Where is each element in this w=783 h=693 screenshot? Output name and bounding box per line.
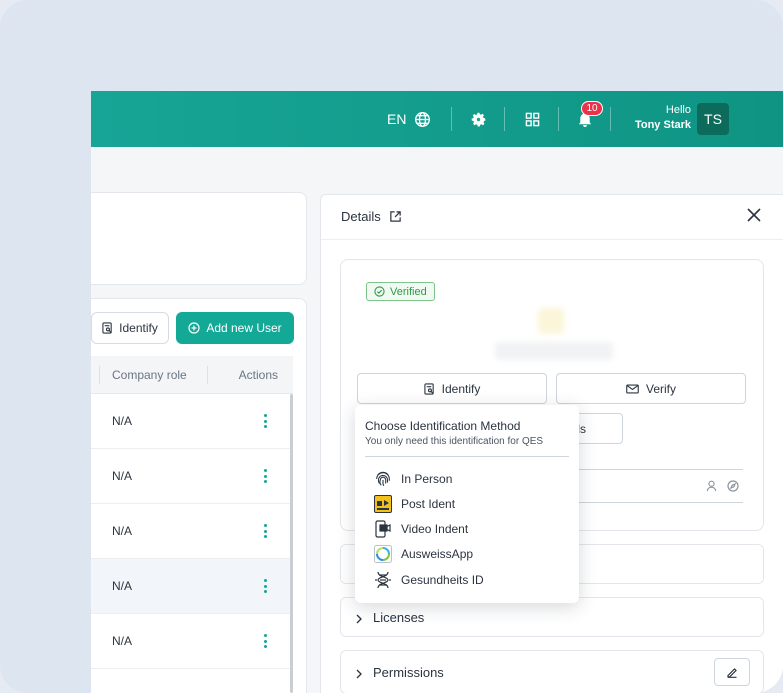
menu-divider <box>365 456 569 457</box>
option-label: In Person <box>401 472 453 486</box>
row-actions-kebab-icon[interactable] <box>261 577 269 595</box>
id-document-icon <box>424 382 435 395</box>
company-role-cell: N/A <box>112 469 133 483</box>
licenses-section[interactable]: Licenses <box>340 597 764 637</box>
blurred-user-name <box>495 342 613 360</box>
company-role-cell: N/A <box>112 414 133 428</box>
id-document-icon <box>102 322 113 334</box>
check-circle-icon <box>374 286 385 297</box>
add-new-user-button[interactable]: Add new User <box>176 312 294 344</box>
avatar[interactable]: TS <box>697 103 729 135</box>
option-label: Post Ident <box>401 497 456 511</box>
verify-button[interactable]: Verify <box>556 373 746 404</box>
option-label: AusweissApp <box>401 547 474 561</box>
partially-hidden-field <box>556 469 743 503</box>
row-actions-kebab-icon[interactable] <box>261 632 269 650</box>
row-actions-kebab-icon[interactable] <box>261 412 269 430</box>
plus-circle-icon <box>188 322 200 334</box>
permissions-section-label: Permissions <box>373 665 444 680</box>
identify-button[interactable]: Identify <box>91 312 169 344</box>
table-row[interactable]: N/A <box>91 614 293 669</box>
column-divider <box>99 366 100 384</box>
greeting-text: Hello <box>665 104 691 116</box>
chevron-right-icon <box>355 667 365 679</box>
permissions-section[interactable]: Permissions <box>340 650 764 693</box>
status-badge-label: Verified <box>390 285 427 298</box>
apps-grid-icon[interactable] <box>522 109 542 129</box>
identify-button-label: Identify <box>119 321 158 335</box>
company-role-cell: N/A <box>112 524 133 538</box>
option-in-person[interactable]: In Person <box>373 468 569 490</box>
mail-icon <box>626 384 639 394</box>
option-ausweissapp[interactable]: AusweissApp <box>373 543 569 565</box>
edit-permissions-button[interactable] <box>714 658 750 686</box>
company-role-cell: N/A <box>112 634 133 648</box>
row-actions-kebab-icon[interactable] <box>261 467 269 485</box>
verify-label: Verify <box>645 381 676 396</box>
divider <box>558 107 559 131</box>
left-summary-card <box>91 192 307 285</box>
settings-gear-icon[interactable] <box>468 109 488 129</box>
table-row[interactable]: N/A <box>91 559 293 614</box>
post-ident-icon <box>373 494 393 514</box>
user-icon[interactable] <box>706 479 720 493</box>
column-header-actions: Actions <box>238 368 278 382</box>
notification-count-badge: 10 <box>581 101 603 116</box>
option-label: Gesundheits ID <box>401 573 484 587</box>
globe-icon <box>414 111 431 128</box>
status-badge: Verified <box>366 282 435 301</box>
divider <box>610 107 611 131</box>
option-post-ident[interactable]: Post Ident <box>373 493 569 515</box>
user-name: Tony Stark <box>634 119 691 131</box>
identification-method-menu: Choose Identification Method You only ne… <box>355 405 579 603</box>
table-row[interactable]: N/A <box>91 394 293 449</box>
compass-icon[interactable] <box>727 479 741 493</box>
company-role-cell: N/A <box>112 579 133 593</box>
divider <box>504 107 505 131</box>
dna-icon <box>373 570 393 590</box>
option-gesundheits-id[interactable]: Gesundheits ID <box>373 569 569 591</box>
table-header: Company role Actions <box>91 356 293 394</box>
blurred-logo <box>538 308 564 334</box>
column-divider <box>207 366 208 384</box>
option-video-ident[interactable]: Video Indent <box>373 518 569 540</box>
table-scrollbar[interactable] <box>290 394 293 693</box>
details-title: Details <box>341 209 402 224</box>
menu-subtitle: You only need this identification for QE… <box>365 436 544 447</box>
menu-title: Choose Identification Method <box>365 419 521 433</box>
details-title-text: Details <box>341 209 381 224</box>
table-row[interactable]: N/A <box>91 504 293 559</box>
close-icon[interactable] <box>747 208 763 224</box>
chevron-right-icon <box>355 612 365 624</box>
add-user-label: Add new User <box>206 321 282 335</box>
option-label: Video Indent <box>401 522 469 536</box>
licenses-section-label: Licenses <box>373 610 425 625</box>
ausweissapp-icon <box>373 544 393 564</box>
details-header: Details <box>321 195 783 240</box>
pencil-icon <box>726 666 738 678</box>
details-identify-label: Identify <box>441 381 481 396</box>
column-header-company-role[interactable]: Company role <box>112 368 187 382</box>
user-greeting: Hello Tony Stark <box>621 103 691 133</box>
top-bar: EN 10 Hello Tony Stark TS <box>91 91 783 147</box>
row-actions-kebab-icon[interactable] <box>261 522 269 540</box>
details-identify-button[interactable]: Identify <box>357 373 547 404</box>
divider <box>451 107 452 131</box>
external-link-icon[interactable] <box>389 210 402 223</box>
language-switcher[interactable]: EN <box>387 91 431 147</box>
language-label: EN <box>387 111 407 127</box>
fingerprint-icon <box>373 469 393 489</box>
video-ident-icon <box>373 519 393 539</box>
table-row[interactable]: N/A <box>91 449 293 504</box>
